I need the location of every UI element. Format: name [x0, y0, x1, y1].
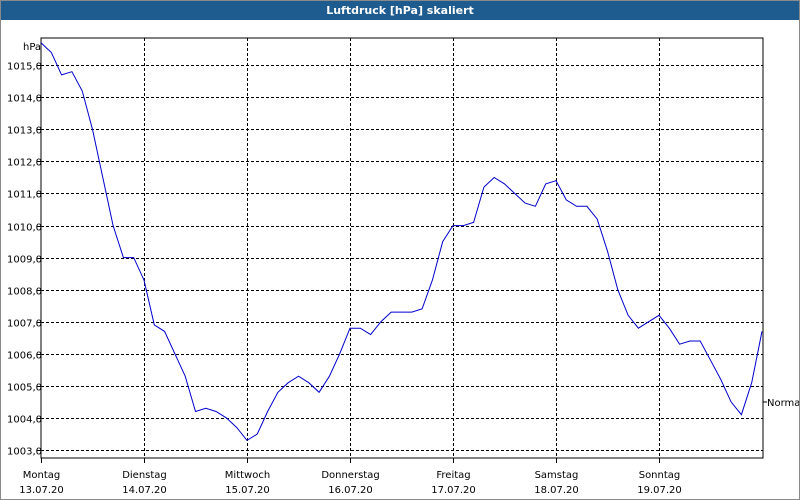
x-tick-date: 18.07.20 [534, 485, 579, 496]
x-tick-day: Dienstag [122, 470, 167, 481]
x-tick-day: Donnerstag [321, 470, 379, 481]
plot-area [40, 37, 764, 459]
y-tick-label: 1004,0 [7, 415, 42, 426]
y-tick-label: 1010,0 [7, 223, 42, 234]
y-tick-label: 1011,0 [7, 190, 42, 201]
x-tick-labels: Montag 13.07.20 Dienstag 14.07.20 Mittwoch 15… [19, 470, 682, 496]
normal-label: Normal [767, 398, 799, 409]
y-tick-label: 1008,0 [7, 287, 42, 298]
x-tick-date: 15.07.20 [225, 485, 270, 496]
chart-window: Luftdruck [hPa] skaliert 1003,0 1004,0 100… [0, 0, 800, 500]
x-tick-day: Montag [23, 470, 60, 481]
y-tick-label: 1003,0 [7, 447, 42, 458]
y-tick-label: 1012,0 [7, 158, 42, 169]
x-tick-day: Sonntag [639, 470, 681, 481]
x-tick-date: 16.07.20 [328, 485, 373, 496]
x-tick-date: 17.07.20 [431, 485, 476, 496]
chart-svg: 1003,0 1004,0 1005,0 1006,0 1007,0 1008,0 1009… [7, 37, 799, 496]
y-tick-label: 1005,0 [7, 383, 42, 394]
x-tick-date: 13.07.20 [19, 485, 64, 496]
x-tick-day: Samstag [535, 470, 579, 481]
y-tick-label: 1014,0 [7, 94, 42, 105]
x-tick-date: 19.07.20 [637, 485, 682, 496]
x-tick-day: Mittwoch [225, 470, 270, 481]
y-tick-label: 1007,0 [7, 319, 42, 330]
y-tick-label: 1015,0 [7, 62, 42, 73]
y-tick-label: 1006,0 [7, 351, 42, 362]
y-axis-label: hPa [23, 42, 41, 53]
x-tick-date: 14.07.20 [122, 485, 167, 496]
x-tick-day: Freitag [436, 470, 470, 481]
y-tick-label: 1013,0 [7, 126, 42, 137]
y-tick-labels: 1003,0 1004,0 1005,0 1006,0 1007,0 1008,0 1009… [7, 62, 42, 458]
y-tick-label: 1009,0 [7, 255, 42, 266]
